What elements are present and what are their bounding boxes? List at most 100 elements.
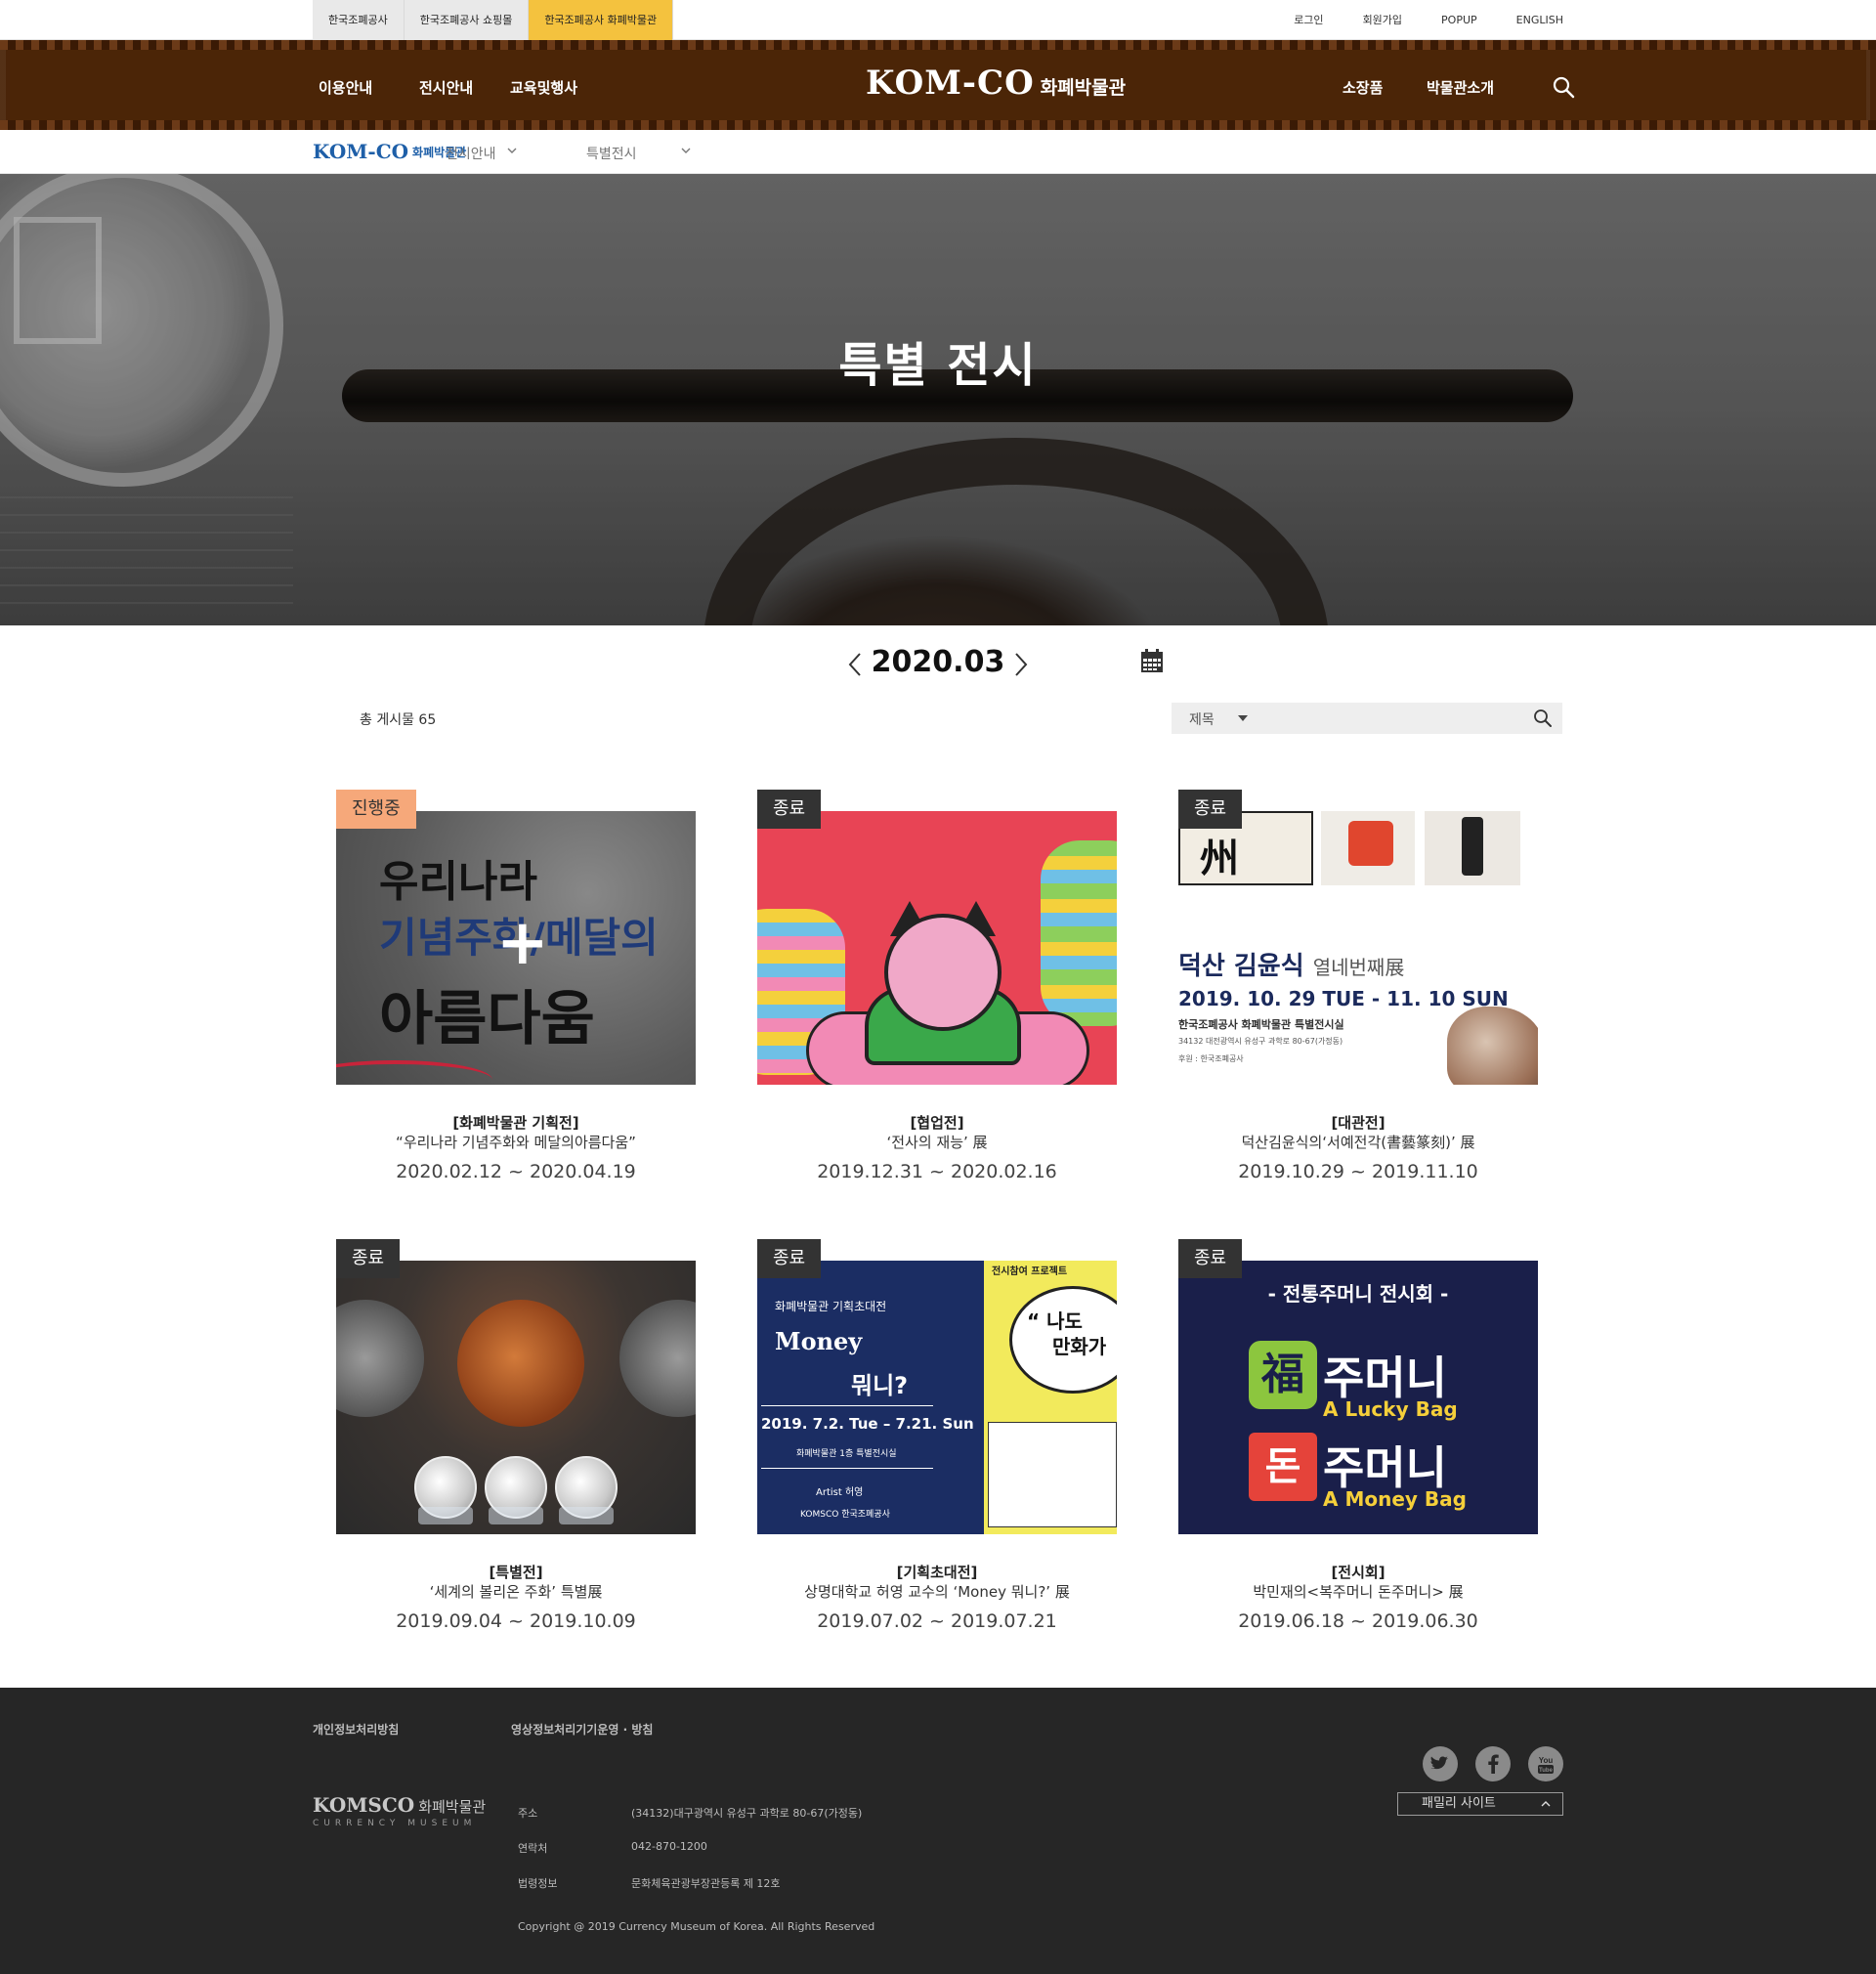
footer: 개인정보처리방침 영상정보처리기기운영 · 방침 KOMSCO 화폐박물관 CUR… xyxy=(0,1688,1876,1974)
thumb-text: 뭐니? xyxy=(851,1372,909,1399)
english-link[interactable]: ENGLISH xyxy=(1516,0,1563,40)
signup-link[interactable]: 회원가입 xyxy=(1363,0,1402,40)
nav-pattern-top xyxy=(0,40,1876,50)
status-badge: 종료 xyxy=(1178,1239,1243,1278)
thumb-text: 화폐박물관 1층 특별전시실 xyxy=(796,1449,897,1459)
thumb-text: 34132 대전광역시 유성구 과학로 80-67(가정동) xyxy=(1178,1037,1343,1046)
site-tab-shop[interactable]: 한국조폐공사 쇼핑몰 xyxy=(404,0,530,40)
breadcrumb-level2[interactable]: 특별전시 xyxy=(586,144,637,163)
nav-item-guide[interactable]: 이용안내 xyxy=(319,77,372,98)
family-site-select[interactable]: 패밀리 사이트 xyxy=(1397,1792,1563,1816)
thumb-text: A Money Bag xyxy=(1323,1487,1467,1511)
footer-logo-mark: KOMSCO xyxy=(313,1793,415,1817)
card-title[interactable]: 박민재의<복주머니 돈주머니> 展 xyxy=(1159,1581,1557,1602)
search-icon[interactable] xyxy=(1533,708,1553,728)
card-dates: 2019.07.02 ~ 2019.07.21 xyxy=(817,1610,1057,1632)
breadcrumb-level1[interactable]: 전시안내 xyxy=(446,144,496,163)
exhibition-thumbnail[interactable]: 우리나라 기념주화/메달의 + 아름다움 xyxy=(336,811,696,1085)
contact-value: 042-870-1200 xyxy=(631,1840,707,1853)
status-badge: 종료 xyxy=(336,1239,401,1278)
family-site-tabs: 한국조폐공사 한국조폐공사 쇼핑몰 한국조폐공사 화폐박물관 xyxy=(313,0,674,40)
thumb-text: - 전통주머니 전시회 - xyxy=(1267,1282,1449,1306)
thumb-text: A Lucky Bag xyxy=(1323,1397,1458,1421)
svg-text:Tube: Tube xyxy=(1539,1768,1554,1774)
card-title[interactable]: 덕산김윤식의‘서예전각(書藝篆刻)’ 展 xyxy=(1159,1132,1557,1152)
chevron-down-icon[interactable] xyxy=(681,146,691,155)
address-label: 주소 xyxy=(518,1807,538,1820)
search-icon[interactable] xyxy=(1552,75,1575,99)
nav-item-exhibition[interactable]: 전시안내 xyxy=(419,77,473,98)
search-field-select[interactable]: 제목 xyxy=(1189,709,1215,729)
thumb-stand xyxy=(418,1507,473,1524)
card-title[interactable]: ‘세계의 볼리온 주화’ 특별展 xyxy=(317,1581,715,1602)
thumb-stand xyxy=(559,1507,614,1524)
status-badge: 진행중 xyxy=(336,790,416,829)
current-month: 2020.03 xyxy=(871,645,1005,679)
card-title[interactable]: “우리나라 기념주화와 메달의아름다움” xyxy=(317,1132,715,1152)
thumb-artwork xyxy=(1321,811,1415,885)
popup-link[interactable]: POPUP xyxy=(1441,0,1477,40)
search-input[interactable] xyxy=(1259,707,1523,730)
chevron-down-icon[interactable] xyxy=(507,146,517,155)
thumb-swoosh xyxy=(336,1060,492,1085)
thumb-text: 福 xyxy=(1249,1341,1317,1409)
login-link[interactable]: 로그인 xyxy=(1294,0,1323,40)
thumb-text: 만화가 xyxy=(1052,1335,1107,1358)
facebook-icon[interactable] xyxy=(1475,1746,1511,1781)
breadcrumb-logo[interactable]: KOM-CO 화폐박물관 xyxy=(313,140,466,163)
thumb-text: KOMSCO 한국조폐공사 xyxy=(800,1510,890,1520)
post-count: 총 게시물 65 xyxy=(360,712,437,728)
card-title[interactable]: ‘전사의 재능’ 展 xyxy=(738,1132,1136,1152)
calendar-icon[interactable] xyxy=(1140,648,1164,673)
site-tab-museum[interactable]: 한국조폐공사 화폐박물관 xyxy=(529,0,674,40)
nav-item-about[interactable]: 박물관소개 xyxy=(1427,77,1494,98)
exhibition-thumbnail[interactable]: - 전통주머니 전시회 - 福 주머니 A Lucky Bag 돈 주머니 A … xyxy=(1178,1261,1538,1534)
exhibition-thumbnail[interactable] xyxy=(336,1261,696,1534)
search-bar: 제목 xyxy=(1172,703,1562,734)
card-title[interactable]: 상명대학교 허영 교수의 ‘Money 뭐니?’ 展 xyxy=(738,1581,1136,1602)
hero-shade xyxy=(0,174,1876,625)
thumb-text: Money xyxy=(775,1327,863,1355)
dropdown-triangle-icon[interactable] xyxy=(1238,715,1248,721)
status-badge: 종료 xyxy=(757,1239,822,1278)
utility-links: 로그인 회원가입 POPUP ENGLISH xyxy=(1255,0,1563,40)
copyright: Copyright @ 2019 Currency Museum of Kore… xyxy=(518,1920,875,1933)
nav-item-collection[interactable]: 소장품 xyxy=(1343,77,1383,98)
thumb-artwork xyxy=(1425,811,1520,885)
thumb-text: 우리나라 xyxy=(379,857,537,907)
thumb-coin xyxy=(336,1300,424,1417)
contact-label: 연락처 xyxy=(518,1842,548,1855)
chevron-right-icon[interactable] xyxy=(1012,651,1030,678)
address-value: (34132)대구광역시 유성구 과학로 80-67(가정동) xyxy=(631,1807,863,1820)
logo-name: 화폐박물관 xyxy=(1040,76,1127,99)
main-nav: 이용안내 전시안내 교육및행사 KOM-CO 화폐박물관 소장품 박물관소개 xyxy=(0,40,1876,130)
exhibition-thumbnail[interactable]: 화폐박물관 기획초대전 Money 뭐니? 2019. 7.2. Tue – 7… xyxy=(757,1261,1117,1534)
site-tab-komsco[interactable]: 한국조폐공사 xyxy=(313,0,405,40)
nav-pattern-bottom xyxy=(0,120,1876,130)
footer-logo: KOMSCO 화폐박물관 CURRENCY MUSEUM xyxy=(313,1793,486,1828)
youtube-icon[interactable]: You Tube xyxy=(1528,1746,1563,1781)
twitter-icon[interactable] xyxy=(1423,1746,1458,1781)
chevron-up-icon xyxy=(1541,1801,1551,1807)
legal-label: 법령정보 xyxy=(518,1877,558,1890)
card-dates: 2019.10.29 ~ 2019.11.10 xyxy=(1238,1161,1478,1182)
plus-icon: + xyxy=(496,907,549,979)
exhibition-thumbnail[interactable] xyxy=(757,811,1117,1085)
thumb-text: 2019. 7.2. Tue – 7.21. Sun xyxy=(761,1415,974,1433)
breadcrumb: KOM-CO 화폐박물관 전시안내 특별전시 xyxy=(0,130,1876,174)
cctv-policy-link[interactable]: 영상정보처리기기운영 · 방침 xyxy=(511,1721,653,1738)
breadcrumb-logo-mark: KOM-CO xyxy=(313,140,409,163)
footer-logo-sub: CURRENCY MUSEUM xyxy=(313,1819,477,1828)
card-category: [기획초대전] xyxy=(896,1564,978,1581)
thumb-text: 2019. 10. 29 TUE - 11. 10 SUN xyxy=(1178,987,1509,1010)
nav-item-education[interactable]: 교육및행사 xyxy=(510,77,577,98)
svg-text:You: You xyxy=(1539,1756,1554,1765)
footer-logo-name: 화폐박물관 xyxy=(418,1798,487,1816)
museum-logo[interactable]: KOM-CO 화폐박물관 xyxy=(866,64,1126,103)
legal-value: 문화체육관광부장관등록 제 12호 xyxy=(631,1877,781,1890)
exhibition-thumbnail[interactable]: 州 덕산 김윤식 열네번째展 2019. 10. 29 TUE - 11. 10… xyxy=(1178,811,1538,1085)
card-dates: 2019.12.31 ~ 2020.02.16 xyxy=(817,1161,1057,1182)
top-utility-bar: 한국조폐공사 한국조폐공사 쇼핑몰 한국조폐공사 화폐박물관 로그인 회원가입 … xyxy=(0,0,1876,40)
privacy-policy-link[interactable]: 개인정보처리방침 xyxy=(313,1721,399,1738)
thumb-text: 화폐박물관 기획초대전 xyxy=(775,1300,887,1313)
